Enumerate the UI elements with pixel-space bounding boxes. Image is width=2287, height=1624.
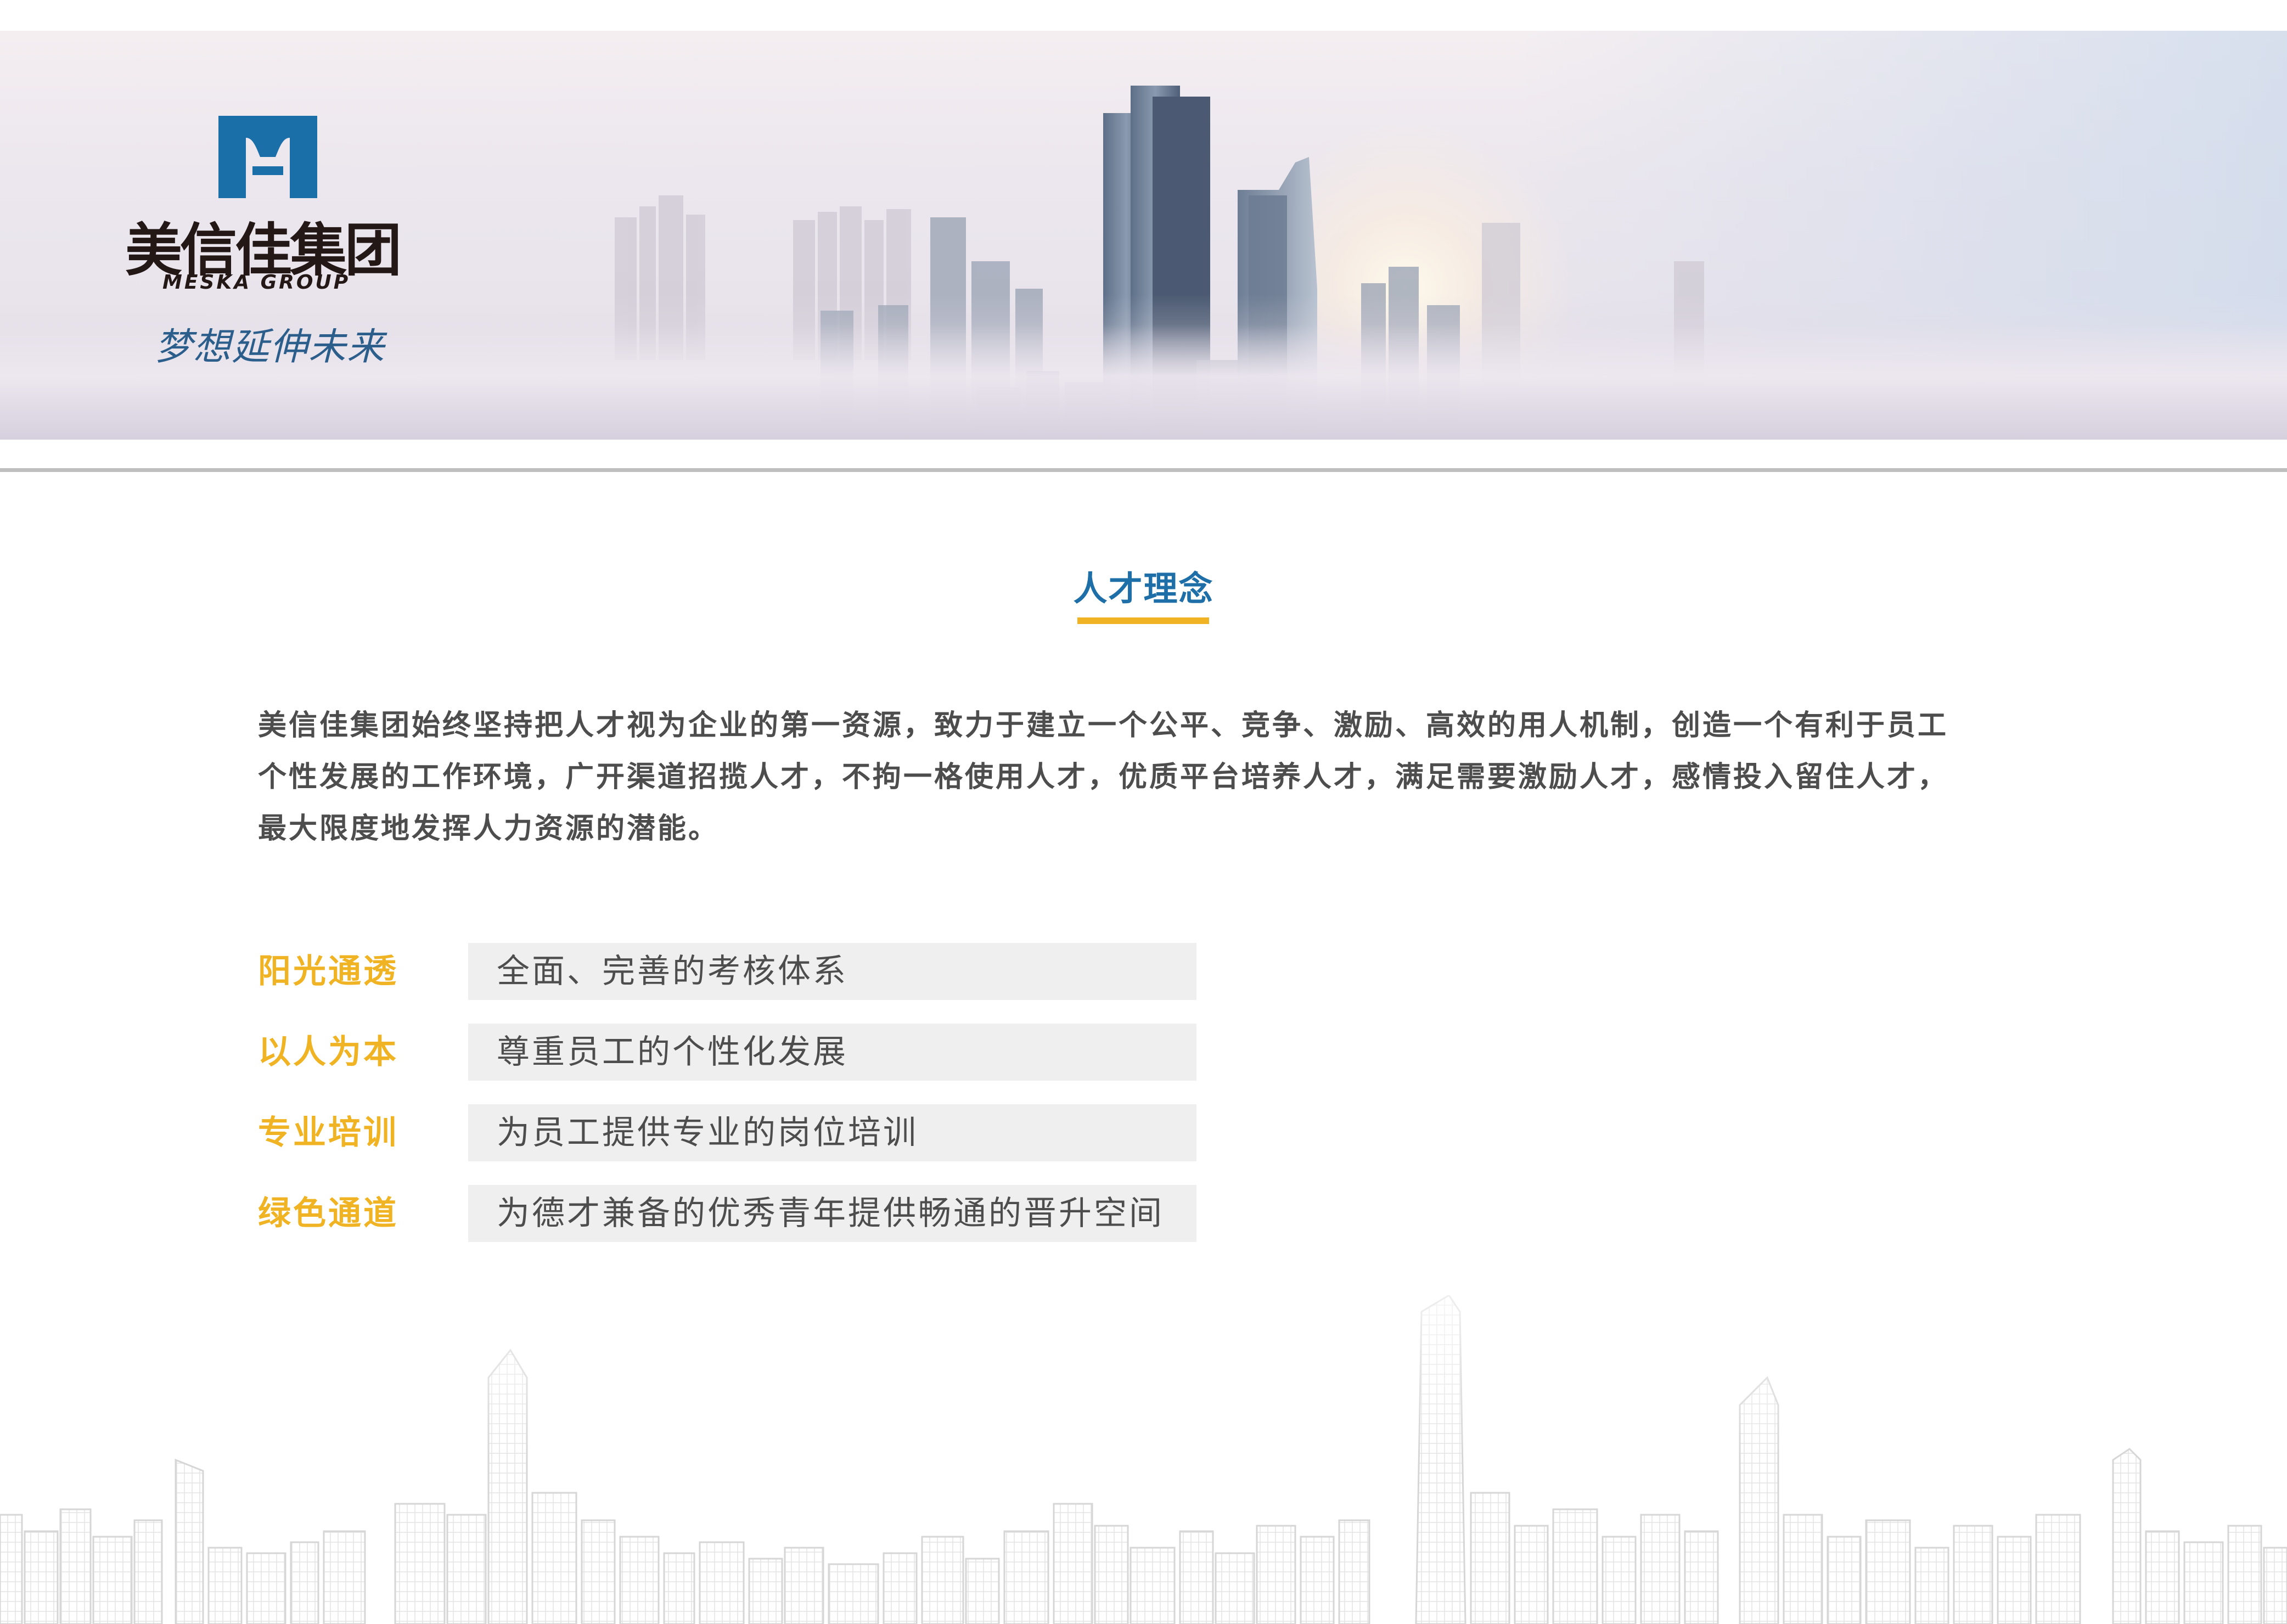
value-box: 为员工提供专业的岗位培训 xyxy=(468,1104,1196,1161)
value-text: 尊重员工的个性化发展 xyxy=(497,1033,848,1071)
value-label: 专业培训 xyxy=(258,1114,398,1152)
value-label: 阳光通透 xyxy=(258,952,398,991)
meska-m-logo-icon xyxy=(218,116,317,198)
intro-line: 美信佳集团始终坚持把人才视为企业的第一资源，致力于建立一个公平、竞争、激励、高效… xyxy=(258,709,1949,742)
value-box: 全面、完善的考核体系 xyxy=(468,943,1196,1000)
value-text: 为德才兼备的优秀青年提供畅通的晋升空间 xyxy=(497,1194,1164,1233)
value-row: 以人为本 尊重员工的个性化发展 xyxy=(258,1024,1196,1081)
value-box: 尊重员工的个性化发展 xyxy=(468,1024,1196,1081)
intro-line: 个性发展的工作环境，广开渠道招揽人才，不拘一格使用人才，优质平台培养人才，满足需… xyxy=(258,761,1949,794)
value-row: 阳光通透 全面、完善的考核体系 xyxy=(258,943,1196,1000)
brand-slogan: 梦想延伸未来 xyxy=(155,325,386,369)
value-text: 为员工提供专业的岗位培训 xyxy=(497,1114,918,1152)
intro-paragraph: 美信佳集团始终坚持把人才视为企业的第一资源，致力于建立一个公平、竞争、激励、高效… xyxy=(258,700,2031,855)
city-skyline-line-art xyxy=(0,1295,2287,1624)
page-title: 人才理念 xyxy=(1073,569,1214,609)
intro-line: 最大限度地发挥人力资源的潜能。 xyxy=(258,812,720,845)
header-divider xyxy=(0,468,2287,472)
value-label: 以人为本 xyxy=(258,1033,398,1071)
value-text: 全面、完善的考核体系 xyxy=(497,952,848,991)
title-underline xyxy=(1077,617,1209,624)
value-box: 为德才兼备的优秀青年提供畅通的晋升空间 xyxy=(468,1185,1196,1242)
value-row: 专业培训 为员工提供专业的岗位培训 xyxy=(258,1104,1196,1161)
value-label: 绿色通道 xyxy=(258,1194,398,1233)
value-row: 绿色通道 为德才兼备的优秀青年提供畅通的晋升空间 xyxy=(258,1185,1196,1242)
header-banner: 美信佳集团 MESKA GROUP 梦想延伸未来 xyxy=(0,31,2287,440)
brand-name-en: MESKA GROUP xyxy=(162,271,351,294)
